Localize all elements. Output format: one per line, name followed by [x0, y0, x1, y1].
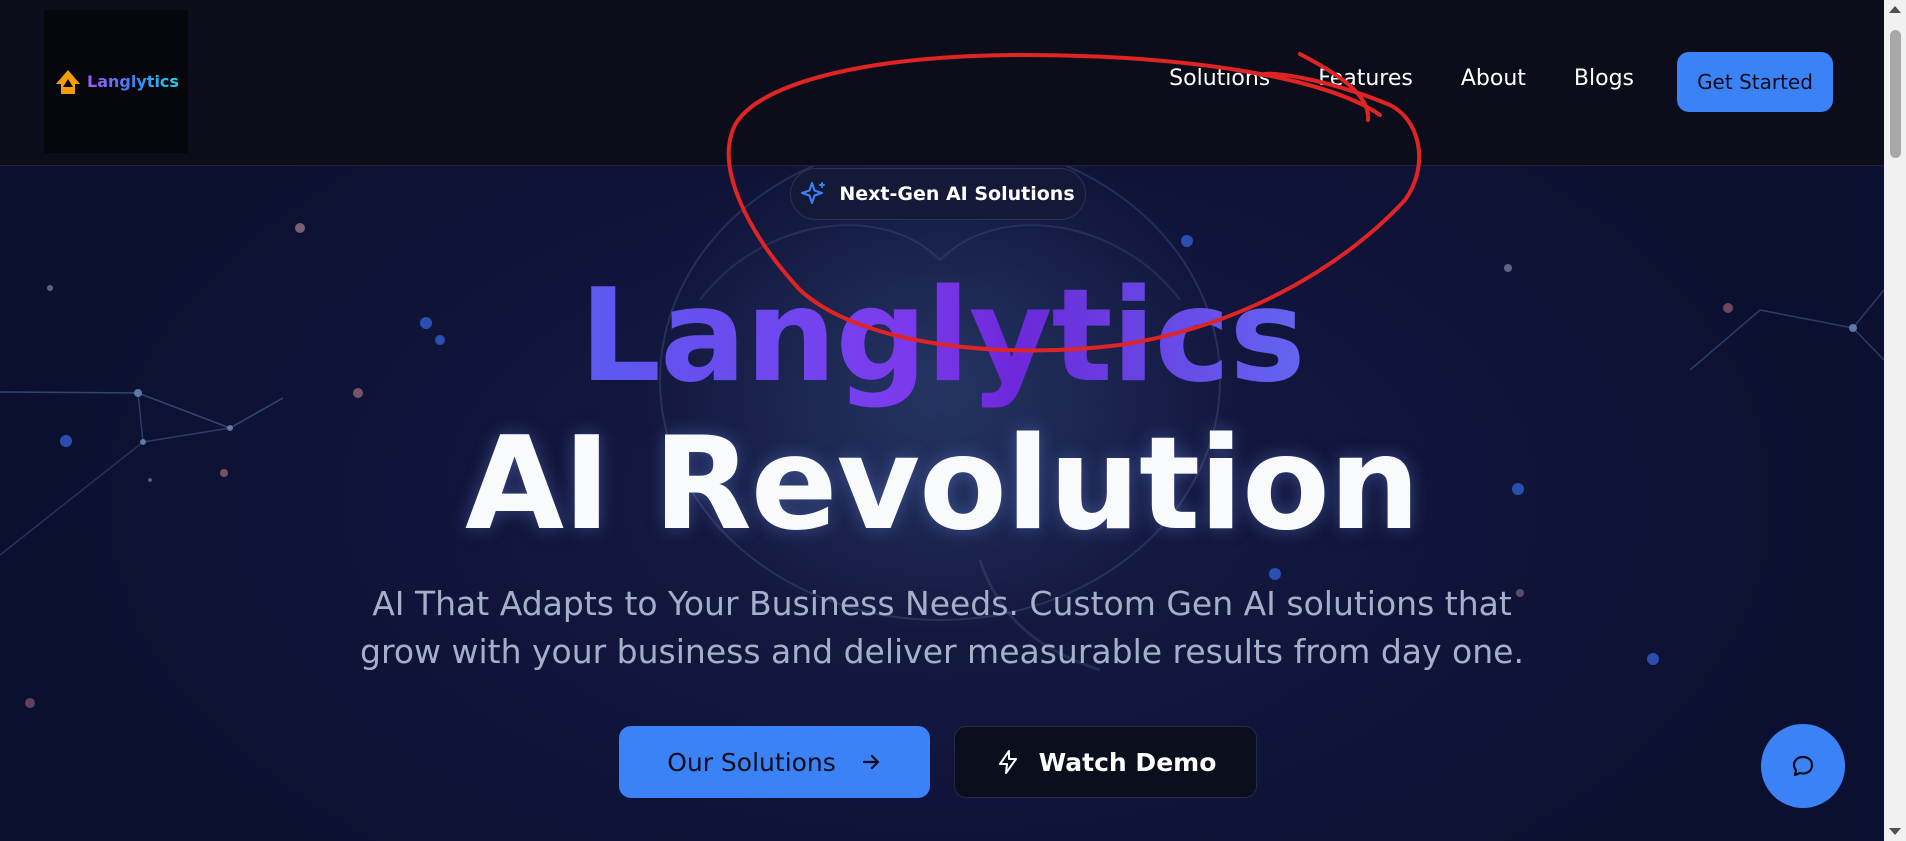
brand-name: Langlytics	[87, 72, 179, 91]
top-navbar: Langlytics Solutions Features About Blog…	[0, 0, 1884, 166]
chat-widget-button[interactable]	[1761, 724, 1845, 808]
hero-badge: Next-Gen AI Solutions	[790, 168, 1086, 220]
our-solutions-button[interactable]: Our Solutions	[619, 726, 930, 798]
chat-bubble-icon	[1792, 755, 1814, 777]
scroll-thumb[interactable]	[1890, 30, 1901, 158]
hero-title-brand: Langlytics	[0, 262, 1884, 412]
watch-demo-button[interactable]: Watch Demo	[954, 726, 1257, 798]
scroll-down-icon[interactable]	[1889, 828, 1901, 835]
lightning-icon	[998, 750, 1017, 774]
watch-demo-label: Watch Demo	[1038, 747, 1217, 777]
hero-subtitle: AI That Adapts to Your Business Needs. C…	[342, 580, 1542, 676]
get-started-button[interactable]: Get Started	[1677, 52, 1833, 112]
logo-icon	[56, 69, 81, 94]
hero-subtitle-line-1: AI That Adapts to Your Business Needs. C…	[372, 584, 1512, 623]
scroll-up-icon[interactable]	[1889, 6, 1901, 13]
hero-badge-label: Next-Gen AI Solutions	[839, 183, 1075, 205]
brand-logo[interactable]: Langlytics	[44, 10, 188, 153]
nav-link-blogs[interactable]: Blogs	[1574, 66, 1634, 91]
hero-title-headline: AI Revolution	[464, 410, 1420, 559]
arrow-right-icon	[862, 754, 879, 770]
sparkle-icon	[801, 182, 826, 204]
nav-links: Solutions Features About Blogs	[1169, 66, 1634, 91]
nav-link-solutions[interactable]: Solutions	[1169, 66, 1270, 91]
vertical-scrollbar[interactable]	[1884, 0, 1906, 841]
nav-link-features[interactable]: Features	[1318, 66, 1413, 91]
hero-subtitle-line-2: grow with your business and deliver meas…	[360, 632, 1524, 671]
our-solutions-label: Our Solutions	[667, 747, 836, 777]
nav-link-about[interactable]: About	[1461, 66, 1526, 91]
hero-title-brand-text: Langlytics	[579, 262, 1305, 411]
